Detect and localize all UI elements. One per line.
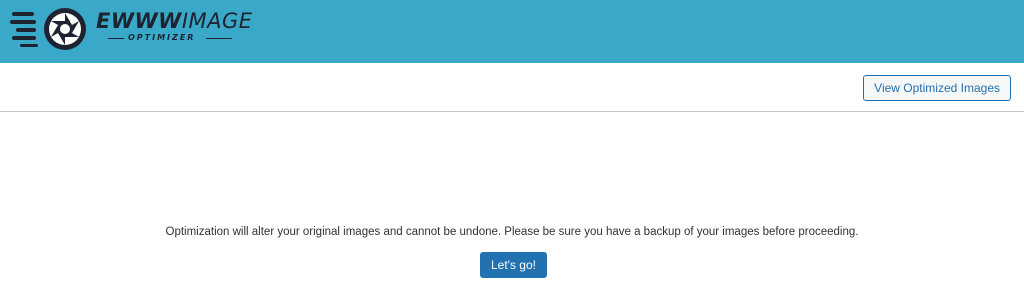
- logo-wordmark-bold: EWWW: [96, 9, 182, 33]
- ewww-logo: EWWWIMAGE OPTIMIZER: [10, 4, 253, 52]
- logo-divider-right: [206, 38, 232, 39]
- view-optimized-images-button[interactable]: View Optimized Images: [863, 75, 1011, 101]
- toolbar: View Optimized Images: [0, 63, 1024, 112]
- optimization-warning-text: Optimization will alter your original im…: [165, 226, 859, 238]
- camera-aperture-icon: [10, 8, 86, 50]
- logo-wordmark-light: IMAGE: [181, 9, 253, 33]
- logo-divider-left: [108, 38, 124, 39]
- plugin-header: EWWWIMAGE OPTIMIZER: [0, 0, 1024, 63]
- logo-subtitle: OPTIMIZER: [128, 33, 196, 42]
- logo-wordmark: EWWWIMAGE: [96, 11, 253, 32]
- lets-go-button[interactable]: Let's go!: [480, 252, 547, 278]
